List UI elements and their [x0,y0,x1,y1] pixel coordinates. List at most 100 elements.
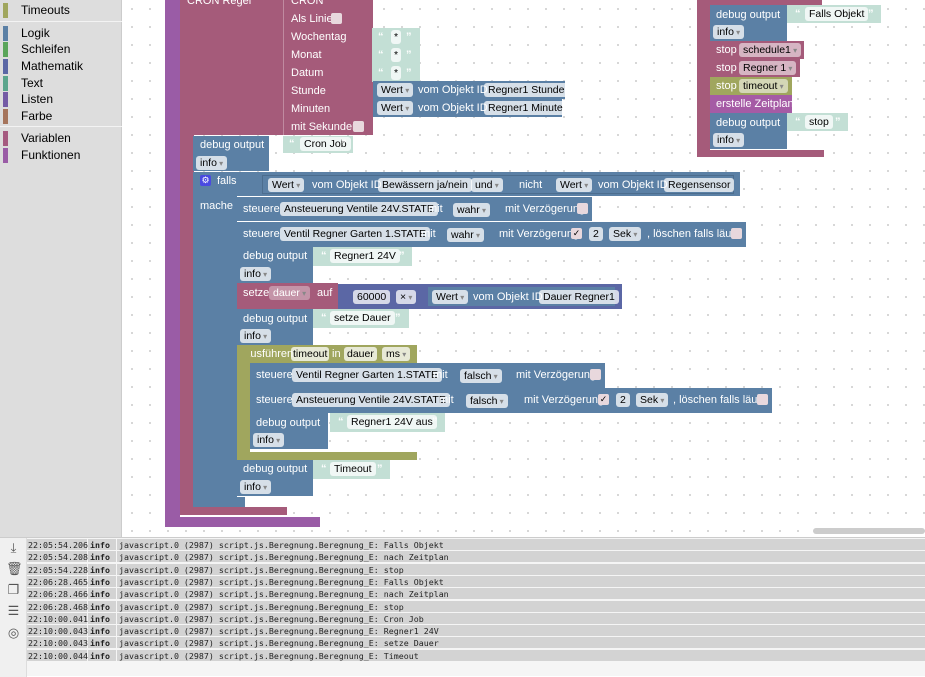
get-value-stunde[interactable]: Wertvom Objekt IDRegner1 Stunde [373,81,569,99]
object-id-field[interactable]: Regensensor [664,178,735,192]
category-mathematik[interactable]: Mathematik [0,58,122,75]
log-level-dropdown[interactable]: info [253,433,285,447]
unit-dropdown[interactable]: ms [382,347,411,361]
category-logik[interactable]: Logik [0,25,122,42]
unit-dropdown[interactable]: Sek [636,393,669,407]
text-block[interactable]: “Falls Objekt” [787,5,881,23]
text-block[interactable]: “Cron Job” [283,136,353,153]
operator-dropdown[interactable]: × [396,290,417,304]
duration-field[interactable]: dauer [344,347,377,361]
object-id-field[interactable]: Ventil Regner Garten 1.STATE [292,368,443,382]
category-listen[interactable]: Listen [0,91,122,108]
text-block[interactable]: “Timeout” [313,460,390,479]
unit-dropdown[interactable]: Sek [609,227,642,241]
debug-output-block[interactable]: debug output info [710,113,787,149]
text-block[interactable]: “stop” [787,113,848,131]
text-field[interactable]: * [391,48,402,62]
delay-field[interactable]: 2 [589,227,603,241]
schedule-dropdown[interactable]: schedule1 [739,43,802,57]
category-variablen[interactable]: Variablen [0,130,122,147]
text-field[interactable]: Regner1 24V aus [347,415,437,429]
object-id-field[interactable]: Ansteuerung Ventile 24V.STATE [280,202,438,216]
blockly-workspace[interactable]: CRON Regel CRON Als Linie Wochentag Mona… [123,0,925,537]
get-value-minute[interactable]: Wertvom Objekt IDRegner1 Minute [373,99,567,117]
and-block[interactable]: Wertvom Objekt IDBewässern ja/nein und n… [262,175,735,194]
set-variable-block[interactable]: setzedauerauf [237,283,338,309]
text-block[interactable]: “Regner1 24V” [313,247,412,266]
wert-dropdown[interactable]: Wert [556,178,593,192]
object-id-field[interactable]: Regner1 Minute [484,101,567,115]
debug-output-block[interactable]: debug output info [710,5,787,41]
debug-output-block[interactable]: debug output info [193,136,269,171]
value-dropdown[interactable]: falsch [466,394,508,408]
clear-running-checkbox[interactable] [731,228,742,239]
log-level-dropdown[interactable]: info [713,25,745,39]
debug-output-block[interactable]: debug output info [237,247,313,283]
value-dropdown[interactable]: falsch [460,369,502,383]
control-block[interactable]: steuere Ansteuerung Ventile 24V.STATE mit f… [250,388,772,413]
clear-running-checkbox[interactable] [757,394,768,405]
value-dropdown[interactable]: wahr [453,203,491,217]
text-field[interactable]: * [391,66,402,80]
log-level-dropdown[interactable]: info [713,133,745,147]
als-linie-checkbox[interactable] [331,13,342,24]
text-block-wochentag[interactable]: “*” [372,28,420,46]
object-id-field[interactable]: Bewässern ja/nein [378,178,472,192]
object-id-field[interactable]: Ansteuerung Ventile 24V.STATE [292,393,450,407]
cron-block[interactable] [180,0,373,135]
delay-checkbox[interactable] [590,369,601,380]
object-id-field[interactable]: Dauer Regner1 [539,290,619,304]
control-block[interactable]: steuere Ventil Regner Garten 1.STATE mit fa… [250,363,605,388]
stop-schedule-block[interactable]: stop Regner 1 [710,59,800,77]
eye-off-icon[interactable]: ◎ [6,626,21,640]
function-block[interactable] [165,0,180,527]
debug-output-block[interactable]: debug output info [237,309,313,345]
delay-checkbox[interactable] [577,203,588,214]
text-field[interactable]: Falls Objekt [805,7,869,21]
trigger-block-side[interactable] [697,0,710,157]
control-block[interactable]: steuere Ventil Regner Garten 1.STATE mit wa… [237,222,746,247]
log-level-dropdown[interactable]: info [196,156,228,170]
text-field[interactable]: Regner1 24V [330,249,400,263]
category-farbe[interactable]: Farbe [0,108,122,125]
wert-dropdown[interactable]: Wert [377,101,414,115]
copy-icon[interactable]: ❐ [6,583,21,597]
object-id-field[interactable]: Regner1 Stunde [484,83,569,97]
create-schedule-call[interactable]: erstelle Zeitplan [710,95,794,113]
timeout-block[interactable]: Ausführen timeout in dauer ms [237,345,417,363]
number-field[interactable]: 60000 [353,290,391,304]
text-block-datum[interactable]: “*” [372,64,420,82]
operator-dropdown[interactable]: und [471,178,503,192]
text-field[interactable]: setze Dauer [330,311,395,325]
category-timeouts[interactable]: Timeouts [0,2,122,19]
text-block[interactable]: “setze Dauer” [313,309,409,328]
timeout-dropdown[interactable]: timeout [739,79,788,93]
log-level-dropdown[interactable]: info [240,329,272,343]
math-multiply-block[interactable]: 60000 × Wertvom Objekt IDDauer Regner1 [338,284,622,309]
horizontal-scrollbar[interactable] [813,528,925,534]
get-value-block[interactable]: Wertvom Objekt IDDauer Regner1 [428,287,619,306]
delay-field[interactable]: 2 [616,393,630,407]
gear-icon[interactable]: ⚙ [200,175,211,186]
text-field[interactable]: Timeout [330,462,376,476]
category-text[interactable]: Text [0,75,122,92]
text-block-monat[interactable]: “*” [372,46,420,64]
wert-dropdown[interactable]: Wert [268,178,305,192]
log-level-dropdown[interactable]: info [240,480,272,494]
category-schleifen[interactable]: Schleifen [0,41,122,58]
wert-dropdown[interactable]: Wert [432,290,469,304]
delay-checkbox[interactable]: ✓ [598,394,609,405]
wert-dropdown[interactable]: Wert [377,83,414,97]
scroll-down-icon[interactable]: ⤓ [6,541,21,555]
columns-icon[interactable]: ☰ [6,604,21,618]
mit-sekunden-checkbox[interactable] [353,121,364,132]
debug-output-block[interactable]: debug output info [237,460,313,496]
debug-output-block[interactable]: debug output info [250,413,328,449]
stop-schedule-block[interactable]: stop schedule1 [710,41,804,59]
text-block[interactable]: “Regner1 24V aus” [330,413,445,432]
variable-dropdown[interactable]: dauer [269,286,311,300]
delay-checkbox[interactable]: ✓ [571,228,582,239]
schedule-dropdown[interactable]: Regner 1 [739,61,797,75]
timeout-name-field[interactable]: timeout [291,347,330,361]
text-field[interactable]: stop [805,115,833,129]
